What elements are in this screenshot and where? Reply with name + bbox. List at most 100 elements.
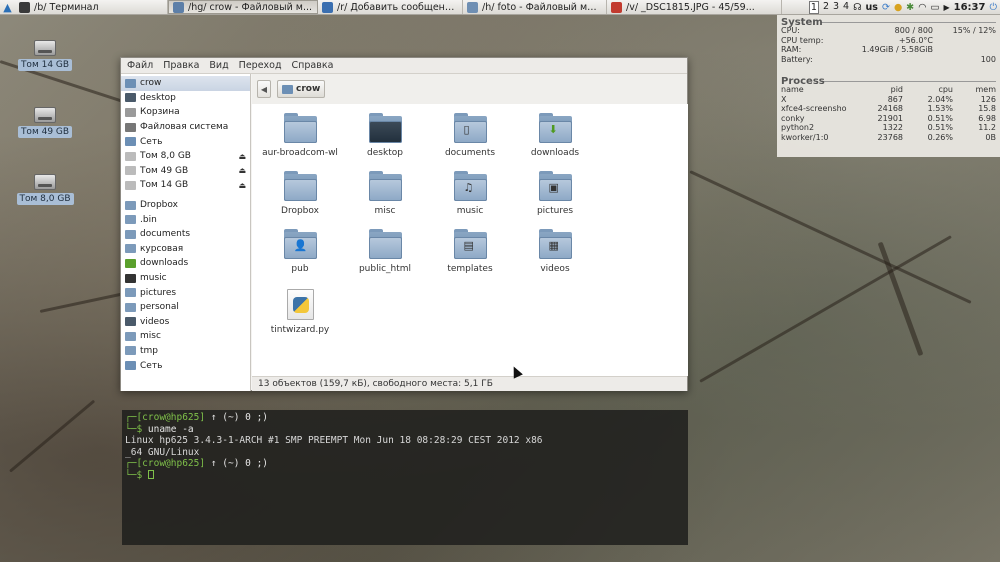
sidebar-item[interactable]: videos (121, 315, 250, 330)
workspace-2[interactable]: 2 (823, 1, 829, 14)
file-item[interactable]: ⬇ downloads (512, 113, 598, 158)
place-icon (125, 93, 136, 103)
task-list: /b/ Терминал/hg/ crow - Файловый м... /r/… (15, 0, 782, 14)
sidebar-item[interactable]: Том 14 GB ⏏ (121, 178, 250, 193)
file-name: pub (291, 264, 309, 274)
sidebar-item[interactable]: Dropbox (121, 198, 250, 213)
sidebar-item[interactable]: documents (121, 227, 250, 242)
conky-value: 100 (980, 54, 996, 64)
sidebar-item[interactable]: music (121, 271, 250, 286)
place-icon (125, 78, 136, 88)
workspace-1[interactable]: 1 (808, 1, 819, 14)
process-column-header: cpu (938, 85, 953, 94)
sidebar-item[interactable]: crow (121, 76, 250, 91)
file-item[interactable]: Dropbox (257, 171, 343, 216)
sidebar-item[interactable]: Том 49 GB ⏏ (121, 164, 250, 179)
menu-item[interactable]: Файл (127, 60, 153, 71)
sidebar-item[interactable]: Том 8,0 GB ⏏ (121, 149, 250, 164)
network-icon[interactable]: ☊ (853, 2, 861, 13)
file-item[interactable]: misc (342, 171, 428, 216)
sidebar-item[interactable]: Корзина (121, 105, 250, 120)
process-column-header: name (781, 85, 804, 94)
drive-label: Том 14 GB (17, 59, 73, 71)
desktop-drive-8gb[interactable]: Том 8,0 GB (16, 174, 74, 205)
menu-item[interactable]: Вид (209, 60, 228, 71)
task-label: /b/ Терминал (34, 1, 99, 13)
file-item[interactable]: ▤ templates (427, 229, 513, 274)
conky-row: CPU: 800 / 800 15% / 12% (781, 26, 996, 36)
sidebar-item[interactable]: personal (121, 300, 250, 315)
place-icon (125, 288, 136, 298)
workspace-3[interactable]: 3 (833, 1, 839, 14)
taskbar-task[interactable]: /v/ _DSC1815.JPG - 45/59... (607, 0, 782, 14)
file-item[interactable]: ♫ music (427, 171, 513, 216)
bulb-icon[interactable]: ● (894, 2, 902, 13)
sidebar-item-label: videos (140, 316, 170, 327)
sidebar-item[interactable]: Сеть (121, 358, 250, 373)
terminal-window[interactable]: ┌─[crow@hp625] ↑ (~) 0 ;) └─$ uname -a L… (122, 410, 688, 545)
sidebar-item[interactable]: desktop (121, 91, 250, 106)
battery-icon[interactable]: ▭ (931, 2, 940, 13)
desktop-drive-49gb[interactable]: Том 49 GB (17, 107, 73, 138)
file-item[interactable]: public_html (342, 229, 428, 274)
conky-row: CPU temp: +56.0°C (781, 36, 996, 46)
sidebar-item-label: crow (140, 78, 162, 89)
arrow-icon[interactable]: ▶ (943, 3, 949, 12)
taskbar-task[interactable]: /b/ Терминал (15, 0, 168, 14)
sidebar-item-label: Том 14 GB (140, 180, 189, 191)
sidebar-item-label: music (140, 273, 167, 284)
sidebar-item[interactable]: pictures (121, 285, 250, 300)
taskbar-task[interactable]: /hg/ crow - Файловый м... (168, 0, 318, 14)
workspace-4[interactable]: 4 (843, 1, 849, 14)
folder-emblem-icon: 👤 (293, 239, 308, 252)
menu-item[interactable]: Справка (292, 60, 334, 71)
sidebar-item[interactable]: tmp (121, 344, 250, 359)
place-icon (125, 229, 136, 239)
input-line[interactable]: └─$ (125, 469, 685, 482)
process-cell: xfce4-screensho (781, 104, 847, 113)
conky-value (933, 36, 996, 46)
file-item[interactable]: ▦ videos (512, 229, 598, 274)
breadcrumb[interactable]: crow (277, 80, 326, 98)
file-name: public_html (358, 264, 412, 274)
file-item[interactable]: ▣ pictures (512, 171, 598, 216)
taskbar-task[interactable]: /r/ Добавить сообщени... (318, 0, 463, 14)
file-name: downloads (530, 148, 580, 158)
update-icon[interactable]: ⟳ (882, 2, 890, 13)
file-item[interactable]: tintwizard.py (257, 289, 343, 335)
back-button[interactable]: ◀ (257, 80, 271, 98)
prompt-line: ┌─[crow@hp625] ↑ (~) 0 ;) (125, 458, 269, 469)
sidebar-item[interactable]: misc (121, 329, 250, 344)
sidebar-item[interactable]: Файловая система (121, 120, 250, 135)
file-name: documents (444, 148, 496, 158)
settings-icon[interactable]: ✱ (906, 2, 914, 13)
eject-icon[interactable]: ⏏ (238, 181, 246, 190)
sidebar-item[interactable]: downloads (121, 256, 250, 271)
process-cell: 24168 (877, 104, 903, 113)
menu-item[interactable]: Переход (239, 60, 282, 71)
file-item[interactable]: desktop (342, 113, 428, 158)
menu-item[interactable]: Правка (163, 60, 199, 71)
sidebar-item[interactable]: .bin (121, 212, 250, 227)
eject-icon[interactable]: ⏏ (238, 152, 246, 161)
file-item[interactable]: aur-broadcom-wl (257, 113, 343, 158)
wifi-icon[interactable]: ◠ (918, 2, 926, 13)
power-icon[interactable]: ⏻ (989, 2, 997, 13)
file-item[interactable]: ▯ documents (427, 113, 513, 158)
app-menu-icon[interactable]: ▲ (0, 0, 15, 14)
conky-monitor: System CPU: 800 / 800 15% / 12% CPU temp: +5… (777, 15, 1000, 157)
file-name: desktop (367, 148, 403, 158)
sidebar-item[interactable]: Сеть (121, 134, 250, 149)
clock[interactable]: 16:37 (954, 2, 986, 13)
workspace-switcher[interactable]: 1234 (808, 1, 849, 14)
eject-icon[interactable]: ⏏ (238, 166, 246, 175)
place-icon (125, 273, 136, 283)
sidebar-item[interactable]: курсовая (121, 242, 250, 257)
desktop-drive-14gb[interactable]: Том 14 GB (17, 40, 73, 71)
process-row: xfce4-screensho 24168 1.53% 15.8 (781, 104, 996, 114)
folder-emblem-icon: ▣ (548, 181, 559, 194)
conky-value: 15% / 12% (952, 26, 996, 35)
taskbar-task[interactable]: /h/ foto - Файловый ме... (463, 0, 607, 14)
file-item[interactable]: 👤 pub (257, 229, 343, 274)
keyboard-layout[interactable]: us (866, 2, 878, 13)
